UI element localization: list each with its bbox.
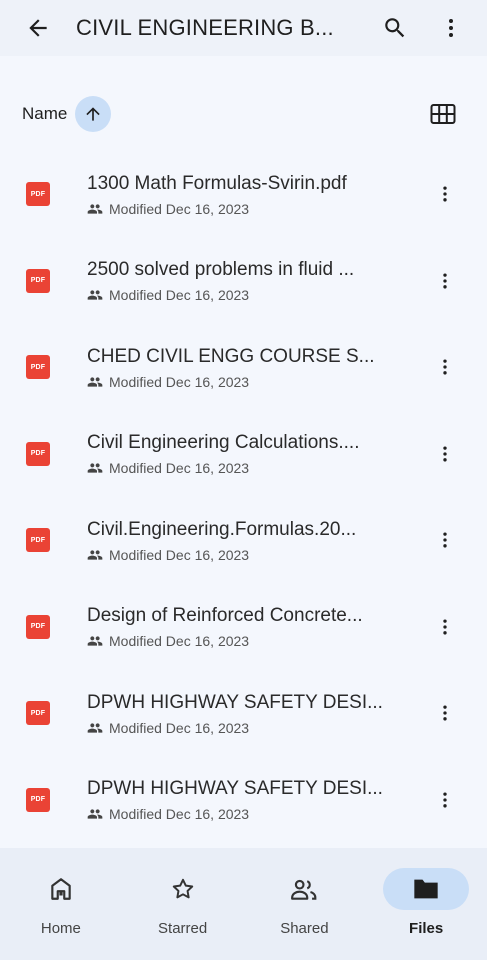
file-modified-date: Modified Dec 16, 2023	[109, 806, 250, 823]
shared-people-icon	[87, 377, 103, 387]
file-more-button[interactable]	[433, 693, 457, 733]
file-modified-date: Modified Dec 16, 2023	[109, 633, 250, 650]
shared-people-icon	[87, 809, 103, 819]
file-more-button[interactable]	[433, 520, 457, 560]
search-button[interactable]	[367, 0, 423, 56]
pdf-file-icon: PDF	[26, 528, 50, 553]
more-vert-icon	[443, 705, 447, 721]
shared-people-icon	[87, 204, 103, 214]
search-icon	[385, 18, 405, 38]
arrow-upward-icon	[86, 107, 101, 121]
nav-home-label: Home	[40, 920, 81, 937]
file-modified-date: Modified Dec 16, 2023	[109, 287, 250, 304]
shared-people-icon	[87, 463, 103, 473]
shared-people-icon	[87, 550, 103, 560]
more-vert-icon	[443, 532, 447, 548]
file-name: Civil.Engineering.Formulas.20...	[87, 518, 357, 540]
file-list: PDF 1300 Math Formulas-Svirin.pdf Modifi…	[0, 151, 487, 843]
arrow-back-icon	[29, 19, 47, 37]
file-item[interactable]: PDF Civil Engineering Calculations.... M…	[0, 411, 487, 498]
sort-direction-button[interactable]	[75, 96, 112, 132]
file-item[interactable]: PDF CHED CIVIL ENGG COURSE S... Modified…	[0, 324, 487, 411]
nav-shared[interactable]: Shared	[244, 848, 366, 960]
more-vert-icon	[443, 619, 447, 635]
more-vert-icon	[443, 273, 447, 289]
shared-people-icon	[87, 636, 103, 646]
nav-starred-label: Starred	[158, 920, 208, 937]
file-modified-date: Modified Dec 16, 2023	[109, 200, 250, 217]
shared-people-icon	[87, 290, 103, 300]
file-item[interactable]: PDF DPWH HIGHWAY SAFETY DESI... Modified…	[0, 757, 487, 844]
file-more-button[interactable]	[433, 607, 457, 647]
grid-view-button[interactable]	[427, 98, 459, 130]
file-item[interactable]: PDF 2500 solved problems in fluid ... Mo…	[0, 238, 487, 325]
pdf-file-icon: PDF	[26, 701, 50, 726]
file-more-button[interactable]	[433, 174, 457, 214]
pdf-file-icon: PDF	[26, 182, 50, 207]
nav-shared-label: Shared	[280, 920, 329, 937]
pdf-file-icon: PDF	[26, 268, 50, 293]
file-modified-date: Modified Dec 16, 2023	[109, 460, 250, 477]
file-name: CHED CIVIL ENGG COURSE S...	[87, 345, 375, 367]
sort-label[interactable]: Name	[22, 104, 67, 124]
file-more-button[interactable]	[433, 780, 457, 820]
back-button[interactable]	[0, 0, 76, 56]
nav-active-indicator	[383, 868, 470, 910]
file-name: Design of Reinforced Concrete...	[87, 605, 363, 627]
file-more-button[interactable]	[433, 347, 457, 387]
more-vert-icon	[449, 19, 453, 37]
nav-files-label: Files	[409, 920, 444, 937]
grid-view-icon	[430, 104, 456, 124]
more-vert-icon	[443, 186, 447, 202]
file-item[interactable]: PDF Civil.Engineering.Formulas.20... Mod…	[0, 497, 487, 584]
folder-icon	[414, 879, 438, 899]
file-name: DPWH HIGHWAY SAFETY DESI...	[87, 691, 383, 713]
top-app-bar: CIVIL ENGINEERING B...	[0, 0, 487, 56]
more-vert-icon	[443, 359, 447, 375]
overflow-menu-button[interactable]	[423, 0, 479, 56]
star-icon	[172, 878, 193, 899]
file-name: 2500 solved problems in fluid ...	[87, 259, 355, 281]
people-icon	[291, 879, 317, 900]
folder-title: CIVIL ENGINEERING B...	[76, 15, 334, 40]
nav-home[interactable]: Home	[0, 848, 122, 960]
shared-people-icon	[87, 723, 103, 733]
file-modified-date: Modified Dec 16, 2023	[109, 719, 250, 736]
pdf-file-icon: PDF	[26, 614, 50, 639]
more-vert-icon	[443, 446, 447, 462]
file-item[interactable]: PDF DPWH HIGHWAY SAFETY DESI... Modified…	[0, 670, 487, 757]
file-more-button[interactable]	[433, 434, 457, 474]
pdf-file-icon: PDF	[26, 787, 50, 812]
home-icon	[51, 878, 71, 900]
bottom-navigation: Home Starred Shared Files	[0, 848, 487, 960]
nav-files[interactable]: Files	[365, 848, 487, 960]
pdf-file-icon: PDF	[26, 441, 50, 466]
file-name: Civil Engineering Calculations....	[87, 432, 360, 454]
more-vert-icon	[443, 792, 447, 808]
file-item[interactable]: PDF Design of Reinforced Concrete... Mod…	[0, 584, 487, 671]
file-more-button[interactable]	[433, 261, 457, 301]
file-modified-date: Modified Dec 16, 2023	[109, 373, 250, 390]
file-name: 1300 Math Formulas-Svirin.pdf	[87, 172, 347, 194]
sort-row: Name	[0, 88, 487, 140]
nav-starred[interactable]: Starred	[122, 848, 244, 960]
pdf-file-icon: PDF	[26, 355, 50, 380]
file-item[interactable]: PDF 1300 Math Formulas-Svirin.pdf Modifi…	[0, 151, 487, 238]
file-modified-date: Modified Dec 16, 2023	[109, 546, 250, 563]
file-name: DPWH HIGHWAY SAFETY DESI...	[87, 778, 383, 800]
